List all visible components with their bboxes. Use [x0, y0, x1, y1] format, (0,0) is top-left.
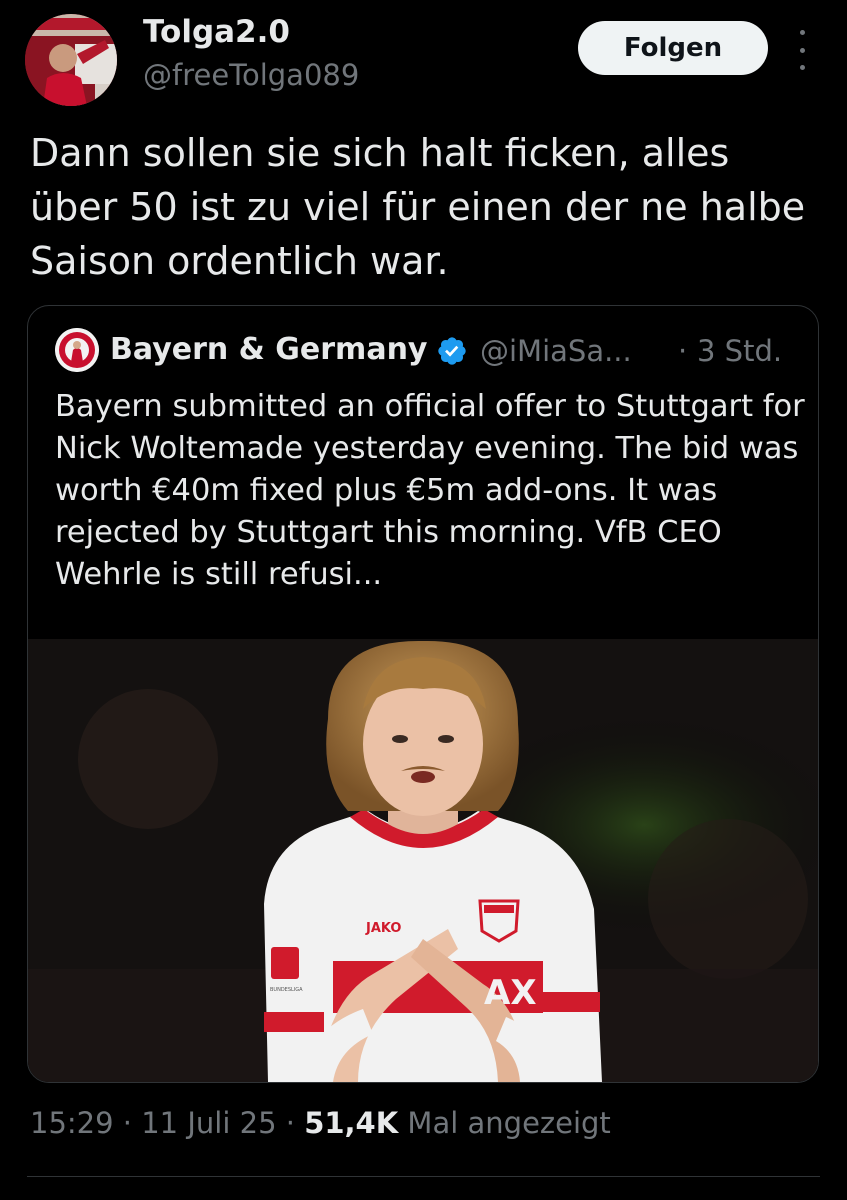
follow-button[interactable]: Folgen: [578, 21, 768, 75]
kit-brand-text: JAKO: [365, 921, 401, 936]
tweet-text: Dann sollen sie sich halt ficken, alles …: [30, 131, 806, 283]
divider: [27, 1176, 820, 1177]
tweet: Tolga2.0 @freeTolga089 Folgen Dann solle…: [0, 0, 847, 1200]
more-vertical-icon[interactable]: [790, 30, 814, 70]
author-display-name[interactable]: Tolga2.0: [143, 14, 290, 50]
quoted-author-avatar[interactable]: [55, 328, 99, 372]
author-avatar[interactable]: [25, 14, 117, 106]
tweet-date[interactable]: 11 Juli 25: [141, 1106, 276, 1140]
tweet-time[interactable]: 15:29: [30, 1106, 114, 1140]
more-dot: [799, 65, 805, 70]
league-patch-text: BUNDESLIGA: [270, 987, 303, 993]
author-handle[interactable]: @freeTolga089: [143, 58, 359, 92]
quoted-tweet-text: Bayern submitted an official offer to St…: [55, 389, 805, 592]
meta-separator: ·: [276, 1106, 305, 1140]
avatar-image: [25, 14, 117, 106]
more-dot: [799, 30, 805, 35]
player-photo: JAKO AX BUNDESLIGA: [28, 639, 818, 1082]
quoted-separator: ·: [678, 334, 688, 368]
quoted-handle[interactable]: @iMiaSa...: [480, 334, 632, 368]
verified-badge-icon: [438, 337, 466, 365]
quoted-avatar-image: [55, 328, 99, 372]
views-label: Mal angezeigt: [398, 1106, 611, 1140]
quoted-tweet-card[interactable]: Bayern & Germany @iMiaSa... · 3 Std. Bay…: [27, 305, 819, 1083]
quoted-timestamp[interactable]: 3 Std.: [697, 334, 782, 368]
tweet-meta: 15:29 · 11 Juli 25 · 51,4K Mal angezeigt: [30, 1106, 611, 1140]
quoted-display-name[interactable]: Bayern & Germany: [110, 332, 427, 367]
meta-separator: ·: [113, 1106, 142, 1140]
quoted-media-image[interactable]: JAKO AX BUNDESLIGA: [28, 639, 818, 1082]
views-count[interactable]: 51,4K: [304, 1106, 398, 1140]
more-dot: [799, 47, 805, 53]
sponsor-text: AX: [484, 973, 537, 1013]
